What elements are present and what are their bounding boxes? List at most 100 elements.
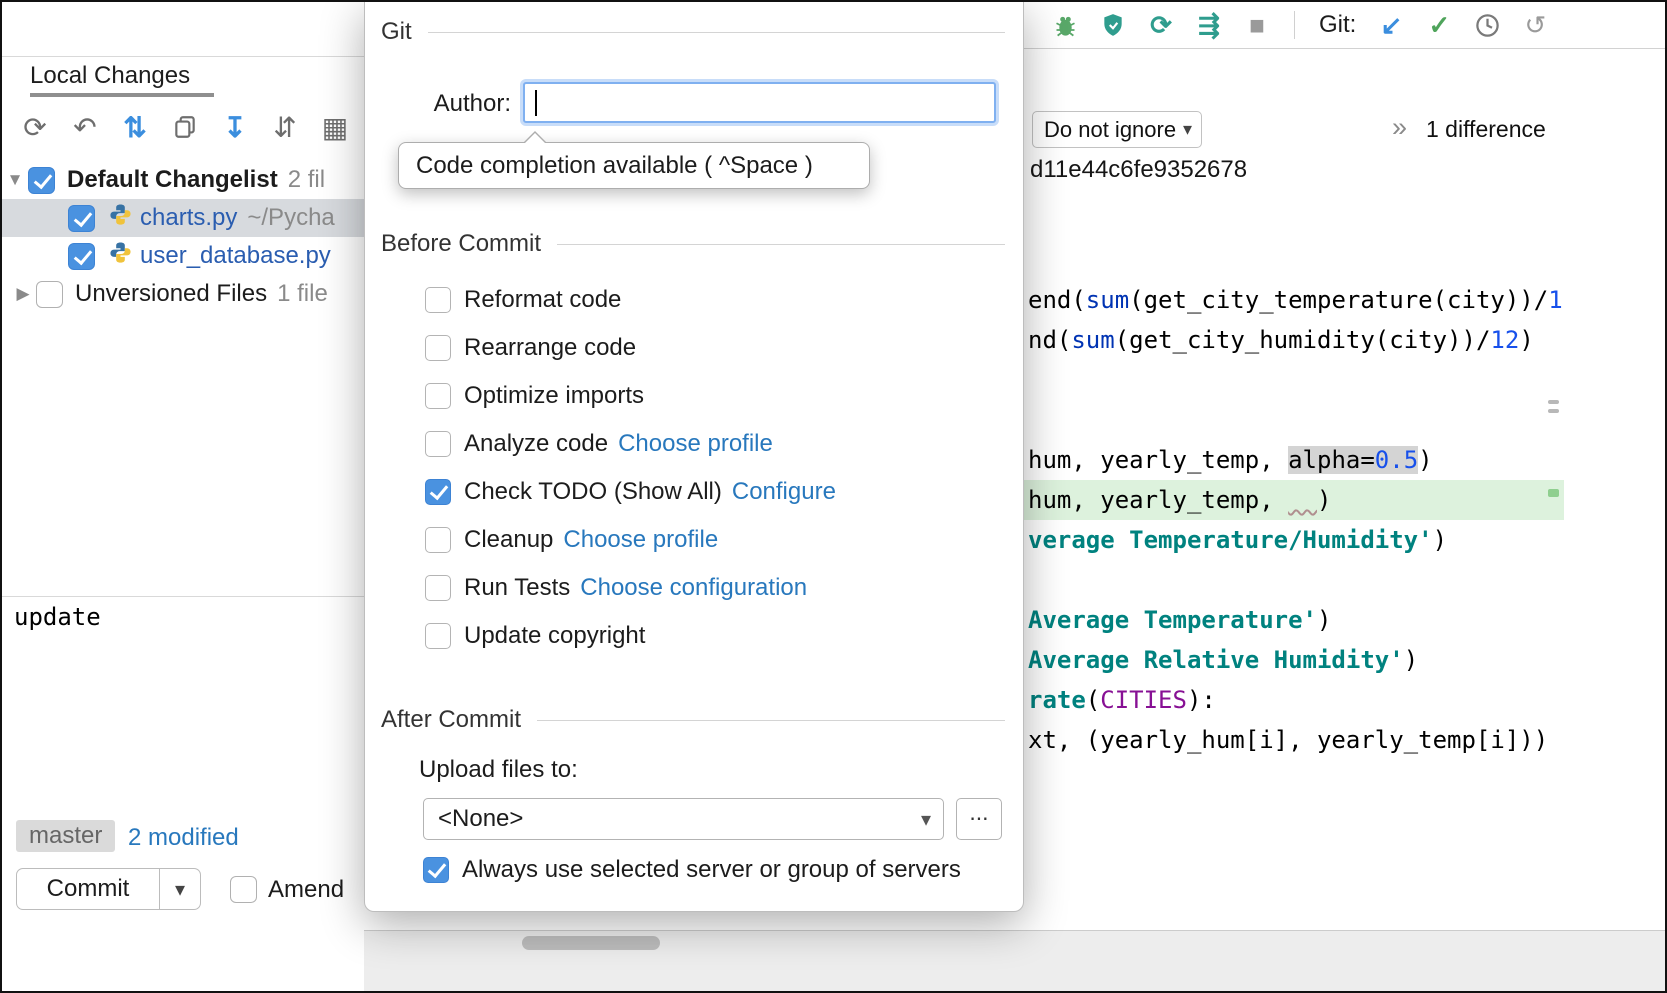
tree-expanded-icon[interactable]: ▼ [2,170,28,190]
option-link[interactable]: Choose profile [618,430,773,458]
get-from-vcs-icon[interactable]: ↧ [214,106,256,148]
option-link[interactable]: Configure [732,478,836,506]
diff-scroll-mark-added[interactable] [1548,489,1559,497]
code-token: CITIES [1100,686,1187,714]
ignore-dropdown-value: Do not ignore [1044,117,1176,143]
checkbox-unchecked[interactable] [425,575,451,601]
update-project-icon[interactable]: ↙ [1372,7,1410,43]
changelist-meta: 2 fil [288,166,325,194]
ide-window: Local Changes ⟳ ↶ ⇅ ↧ ⇵ ▦ ▼ Default Chan… [0,0,1667,993]
code-token: 12 [1548,286,1564,314]
option-link[interactable]: Choose profile [563,526,718,554]
diff-scroll-mark[interactable] [1548,409,1559,413]
code-token: (get_city_temperature(city))/ [1129,286,1548,314]
code-line: xt, (yearly_hum[i], yearly_temp[i])) [1024,720,1564,760]
before-commit-options: Reformat code Rearrange code Optimize impo… [425,276,1007,660]
modified-files-link[interactable]: 2 modified [128,824,239,852]
code-token: nd( [1028,326,1071,354]
checkbox-unchecked[interactable] [425,623,451,649]
code-token: rate [1028,686,1086,714]
tab-indicator [30,93,214,97]
difference-count: 1 difference [1426,116,1546,143]
checkbox-checked[interactable] [28,167,55,194]
before-commit-option-row: Optimize imports [425,372,1007,420]
checkbox-checked[interactable] [425,479,451,505]
checkbox-checked[interactable] [68,205,95,232]
history-clock-icon[interactable] [1468,7,1506,43]
diff-editor[interactable]: end(sum(get_city_temperature(city))/12)n… [1024,280,1564,760]
popup-section-before-commit: Before Commit [381,230,1005,258]
commit-check-icon[interactable]: ✓ [1420,7,1458,43]
changes-tree: ▼ Default Changelist 2 fil charts.py ~/P… [2,161,364,313]
commit-button[interactable]: Commit [16,868,160,910]
upload-server-dropdown[interactable]: <None> ▾ [423,798,944,840]
rerun-coverage-icon[interactable]: ⟳ [1142,7,1180,43]
git-section-title: Git [381,18,412,46]
checkbox-checked[interactable] [68,243,95,270]
checkbox-unchecked[interactable] [36,281,63,308]
code-line: end(sum(get_city_temperature(city))/12) [1024,280,1564,320]
before-commit-option-row: Check TODO (Show All)Configure [425,468,1007,516]
rollback-icon[interactable]: ↶ [64,106,106,148]
amend-checkbox[interactable] [230,876,257,903]
expand-chevrons-icon[interactable]: » [1392,112,1407,143]
browse-servers-button[interactable]: ... [956,798,1002,840]
option-link[interactable]: Choose configuration [580,574,807,602]
commit-options-popup: Git Author: Code completion available ( … [364,2,1024,912]
unversioned-files-row[interactable]: ▶ Unversioned Files 1 file [2,275,364,313]
code-token: hum, yearly_temp, [1028,486,1288,514]
stop-icon[interactable]: ■ [1238,7,1276,43]
code-token: xt, (yearly_hum[i], yearly_temp[i])) [1028,726,1548,754]
diff-scroll-mark[interactable] [1548,400,1559,404]
before-commit-option-row: Update copyright [425,612,1007,660]
unversioned-meta: 1 file [277,280,328,308]
tab-local-changes[interactable]: Local Changes [30,62,190,90]
divider [2,56,364,57]
compare-arrows-icon[interactable]: ⇅ [114,106,156,148]
option-label: Rearrange code [464,334,636,362]
code-token: hum, yearly_temp, [1028,446,1288,474]
checkbox-unchecked[interactable] [425,383,451,409]
python-file-icon [109,203,132,233]
code-line: nd(sum(get_city_humidity(city))/12) [1024,320,1564,360]
git-toolbar-label: Git: [1319,11,1356,39]
rollback-arc-icon[interactable]: ↺ [1516,7,1554,43]
checkbox-unchecked[interactable] [425,335,451,361]
branch-label[interactable]: master [16,820,115,852]
checkbox-unchecked[interactable] [425,287,451,313]
main-toolbar: ⟳ ⇶ ■ Git: ↙ ✓ ↺ [1024,2,1665,49]
shelve-icon[interactable]: ⇵ [264,106,306,148]
whitespace-ignore-dropdown[interactable]: Do not ignore ▾ [1032,111,1202,148]
refresh-icon[interactable]: ⟳ [14,106,56,148]
commit-hash: d11e44c6fe9352678 [1030,156,1247,184]
horizontal-scrollbar-thumb[interactable] [522,936,660,950]
copy-icon[interactable] [164,106,206,148]
changelist-row[interactable]: ▼ Default Changelist 2 fil [2,161,364,199]
before-commit-option-row: Rearrange code [425,324,1007,372]
file-path: ~/Pycha [247,204,334,232]
run-configurations-icon[interactable]: ⇶ [1190,7,1228,43]
completion-tooltip: Code completion available ( ^Space ) [398,142,870,189]
checkbox-unchecked[interactable] [425,527,451,553]
upload-server-value: <None> [438,805,523,833]
code-token: 0.5 [1375,446,1418,474]
checkbox-checked[interactable] [423,857,449,883]
popup-section-after-commit: After Commit [381,706,1005,734]
profiler-icon[interactable] [1094,7,1132,43]
group-by-icon[interactable]: ▦ [314,106,356,148]
server-option-row: Always use selected server or group of s… [423,856,961,884]
commit-dropdown-arrow[interactable]: ▾ [160,868,201,910]
commit-message-input[interactable]: update [14,603,101,631]
debug-bug-icon[interactable] [1046,7,1084,43]
before-commit-option-row: CleanupChoose profile [425,516,1007,564]
tree-collapsed-icon[interactable]: ▶ [10,284,36,304]
author-input[interactable] [523,82,996,123]
file-row-charts[interactable]: charts.py ~/Pycha [2,199,364,237]
file-row-user-database[interactable]: user_database.py [2,237,364,275]
option-label: Reformat code [464,286,621,314]
checkbox-unchecked[interactable] [425,431,451,457]
code-token: ) [1404,646,1418,674]
server-option-label: Always use selected server or group of s… [462,856,961,884]
text-caret [535,90,537,116]
divider [537,720,1005,721]
